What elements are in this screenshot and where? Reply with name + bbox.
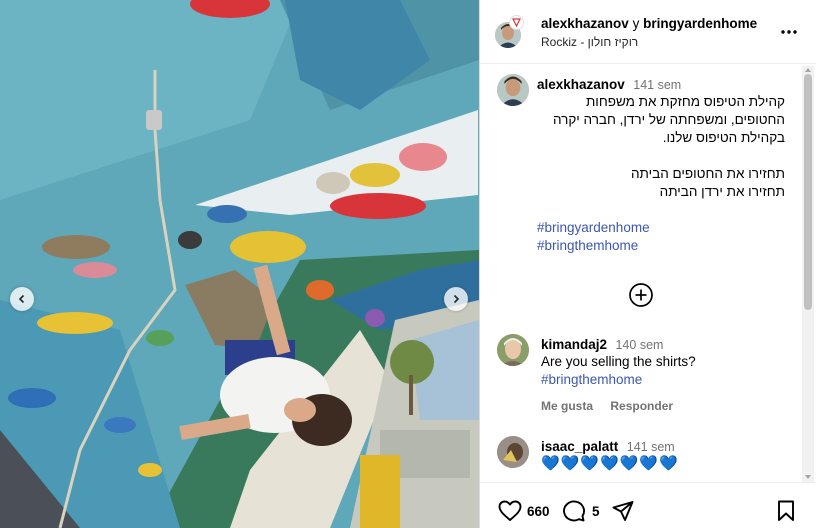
- comment-header: kimandaj2 140 sem: [541, 336, 663, 354]
- author-username[interactable]: alexkhazanov: [541, 16, 629, 31]
- scrollbar-thumb[interactable]: [804, 74, 812, 310]
- author-conjunction: y: [632, 16, 640, 31]
- scrollbar[interactable]: [802, 66, 814, 482]
- comments-count[interactable]: 5: [592, 504, 600, 519]
- profile-photo-icon: [497, 74, 529, 106]
- previous-image-button[interactable]: [10, 287, 34, 311]
- like-heart-icon[interactable]: [498, 500, 522, 522]
- profile-photo-icon: [497, 334, 529, 366]
- more-options-icon[interactable]: [779, 24, 799, 40]
- post-details-panel: alexkhazanov y bringyardenhome Rockiz - …: [479, 0, 816, 528]
- reply-button[interactable]: Responder: [610, 399, 673, 413]
- share-send-icon[interactable]: [611, 500, 635, 522]
- collab-badge-icon: [509, 15, 524, 30]
- likes-count[interactable]: 660: [527, 504, 550, 519]
- chevron-right-icon: [453, 294, 460, 304]
- comment-hashtag[interactable]: #bringthemhome: [541, 372, 642, 387]
- caption-line: החטופים, ומשפחתה של ירדן, חברה יקרה: [552, 112, 785, 127]
- post-photo: [0, 0, 479, 528]
- scroll-down-arrow-icon[interactable]: [805, 475, 811, 479]
- like-comment-button[interactable]: Me gusta: [541, 399, 593, 413]
- avatar[interactable]: [497, 436, 529, 468]
- comments-scroll-area[interactable]: alexkhazanov 141 sem קהילת הטיפוס מחזקת …: [480, 64, 816, 482]
- caption-time[interactable]: 141 sem: [633, 78, 681, 92]
- caption-line: תחזירו את ירדן הביתה: [659, 184, 785, 199]
- caption-hashtag[interactable]: #bringyardenhome: [537, 220, 650, 235]
- caption-line: קהילת הטיפוס מחזקת את משפחות: [585, 94, 785, 109]
- comment-time[interactable]: 140 sem: [615, 338, 663, 352]
- caption-line: תחזירו את החטופים הביתה: [631, 166, 785, 181]
- comment-icon[interactable]: [562, 500, 586, 522]
- comment-actions: Me gusta Responder: [541, 399, 687, 413]
- bookmark-icon[interactable]: [776, 500, 796, 522]
- caption-header: alexkhazanov 141 sem: [537, 76, 681, 94]
- next-image-button[interactable]: [444, 287, 468, 311]
- avatar[interactable]: [497, 334, 529, 366]
- comment-text: Are you selling the shirts?: [541, 354, 696, 369]
- caption-hashtag[interactable]: #bringthemhome: [537, 238, 638, 253]
- comment-username[interactable]: isaac_palatt: [541, 439, 618, 454]
- scroll-up-arrow-icon[interactable]: [805, 68, 811, 72]
- comment-text: 💙💙💙💙💙💙💙: [541, 455, 679, 472]
- comment-time[interactable]: 141 sem: [627, 440, 675, 454]
- comment-username[interactable]: kimandaj2: [541, 337, 607, 352]
- chevron-left-icon: [18, 294, 25, 304]
- post-authors: alexkhazanov y bringyardenhome: [541, 16, 757, 31]
- climbing-wall-image: [0, 0, 479, 528]
- coauthor-username[interactable]: bringyardenhome: [643, 16, 757, 31]
- location-link[interactable]: Rockiz - רוקיז חולון: [541, 35, 638, 49]
- caption-line: בקהילת הטיפוס שלנו.: [662, 130, 785, 145]
- load-more-comments-icon[interactable]: [628, 282, 654, 308]
- avatar[interactable]: [497, 74, 529, 106]
- post-actions-bar: 660 5: [480, 482, 816, 528]
- caption-username[interactable]: alexkhazanov: [537, 77, 625, 92]
- profile-photo-icon: [497, 436, 529, 468]
- post-header: alexkhazanov y bringyardenhome Rockiz - …: [480, 0, 816, 64]
